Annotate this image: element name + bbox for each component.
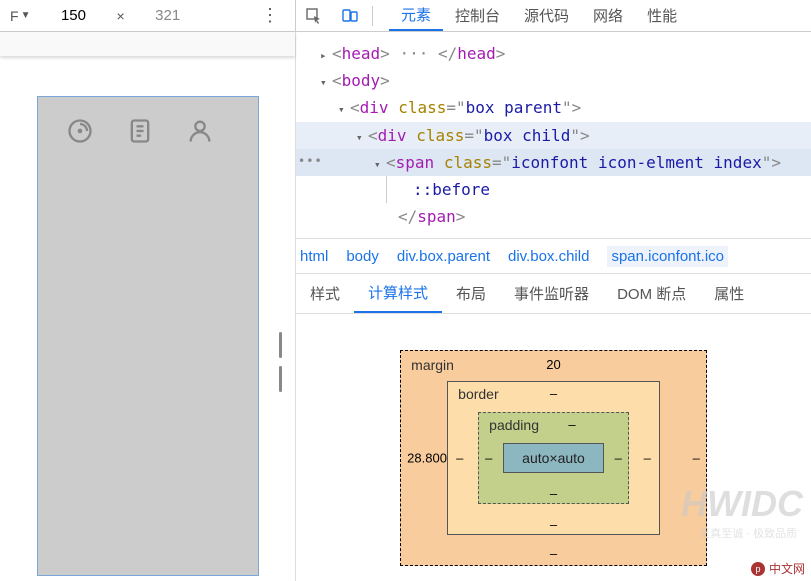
styles-tabs: 样式 计算样式 布局 事件监听器 DOM 断点 属性 <box>296 274 811 314</box>
viewport-height-input[interactable] <box>131 4 205 28</box>
top-toolbar: F ▼ × ⋮ 元素 控制台 源代码 网络 性能 <box>0 0 811 32</box>
margin-top-value: 20 <box>546 357 560 372</box>
breadcrumb: html body div.box.parent div.box.child s… <box>296 238 811 274</box>
dom-node[interactable]: ▸<head> ··· </head> <box>296 40 811 67</box>
device-toggle-icon[interactable] <box>340 6 360 26</box>
viewport-width-input[interactable] <box>36 4 110 28</box>
border-bottom-value: – <box>550 517 557 532</box>
margin-label: margin <box>411 357 454 373</box>
element-logo-icon <box>66 117 94 145</box>
box-model-margin[interactable]: margin 20 28.800 – – border – – – – padd… <box>400 350 707 566</box>
document-icon <box>126 117 154 145</box>
resize-handle[interactable] <box>279 332 287 392</box>
breadcrumb-html[interactable]: html <box>300 248 328 265</box>
box-model-border[interactable]: border – – – – padding – – – – auto×auto <box>447 381 660 535</box>
box-model-diagram: margin 20 28.800 – – border – – – – padd… <box>296 314 811 581</box>
padding-top-value: – <box>568 417 575 432</box>
tab-dom-breakpoints[interactable]: DOM 断点 <box>603 274 700 313</box>
tab-styles[interactable]: 样式 <box>296 274 354 313</box>
tab-performance[interactable]: 性能 <box>635 0 689 31</box>
box-model-padding[interactable]: padding – – – – auto×auto <box>478 412 629 504</box>
padding-right-value: – <box>615 451 622 466</box>
watermark-sub: 至真至诚 · 极致品质 <box>699 525 797 541</box>
dom-node[interactable]: •••▾<span class="iconfont icon-elment in… <box>296 149 811 176</box>
breadcrumb-selected[interactable]: span.iconfont.ico <box>607 246 728 267</box>
device-preview-pane <box>0 32 296 581</box>
breadcrumb-body[interactable]: body <box>346 248 379 265</box>
dom-tree[interactable]: ▸<head> ··· </head>▾<body>▾<div class="b… <box>296 32 811 238</box>
breadcrumb-parent[interactable]: div.box.parent <box>397 248 490 265</box>
tab-layout[interactable]: 布局 <box>442 274 500 313</box>
padding-left-value: – <box>485 451 492 466</box>
tab-sources[interactable]: 源代码 <box>512 0 581 31</box>
margin-right-value: – <box>693 451 700 466</box>
logo-text: 中文网 <box>769 560 805 577</box>
tab-listeners[interactable]: 事件监听器 <box>500 274 603 313</box>
device-letter: F <box>10 8 19 24</box>
chevron-down-icon: ▼ <box>21 10 31 21</box>
tab-elements[interactable]: 元素 <box>389 0 443 31</box>
dimension-separator: × <box>110 8 130 24</box>
border-top-value: – <box>550 386 557 401</box>
dom-node[interactable]: </span> <box>296 203 811 230</box>
user-icon <box>186 117 214 145</box>
padding-bottom-value: – <box>550 486 557 501</box>
border-label: border <box>458 386 498 402</box>
logo-glyph: p <box>751 562 765 576</box>
dom-node[interactable]: ::before <box>296 176 811 203</box>
dom-node[interactable]: ▾<div class="box parent"> <box>296 94 811 121</box>
border-left-value: – <box>456 451 463 466</box>
dom-node[interactable]: ▾<div class="box child"> <box>296 122 811 149</box>
margin-left-value: 28.800 <box>407 451 447 466</box>
logo-badge: p 中文网 <box>751 560 805 577</box>
dom-node[interactable]: ▾<body> <box>296 67 811 94</box>
device-frame[interactable] <box>37 96 259 576</box>
border-right-value: – <box>644 451 651 466</box>
tab-network[interactable]: 网络 <box>581 0 635 31</box>
box-model-content[interactable]: auto×auto <box>503 443 604 473</box>
tab-computed[interactable]: 计算样式 <box>354 274 442 313</box>
inspect-element-icon[interactable] <box>304 6 324 26</box>
device-dropdown[interactable]: F ▼ <box>0 8 36 24</box>
margin-bottom-value: – <box>550 546 557 561</box>
more-menu-icon[interactable]: ⋮ <box>245 5 295 26</box>
tab-console[interactable]: 控制台 <box>443 0 512 31</box>
padding-label: padding <box>489 417 539 433</box>
breadcrumb-child[interactable]: div.box.child <box>508 248 589 265</box>
panel-tabs: 元素 控制台 源代码 网络 性能 <box>389 0 689 31</box>
tab-properties[interactable]: 属性 <box>700 274 758 313</box>
